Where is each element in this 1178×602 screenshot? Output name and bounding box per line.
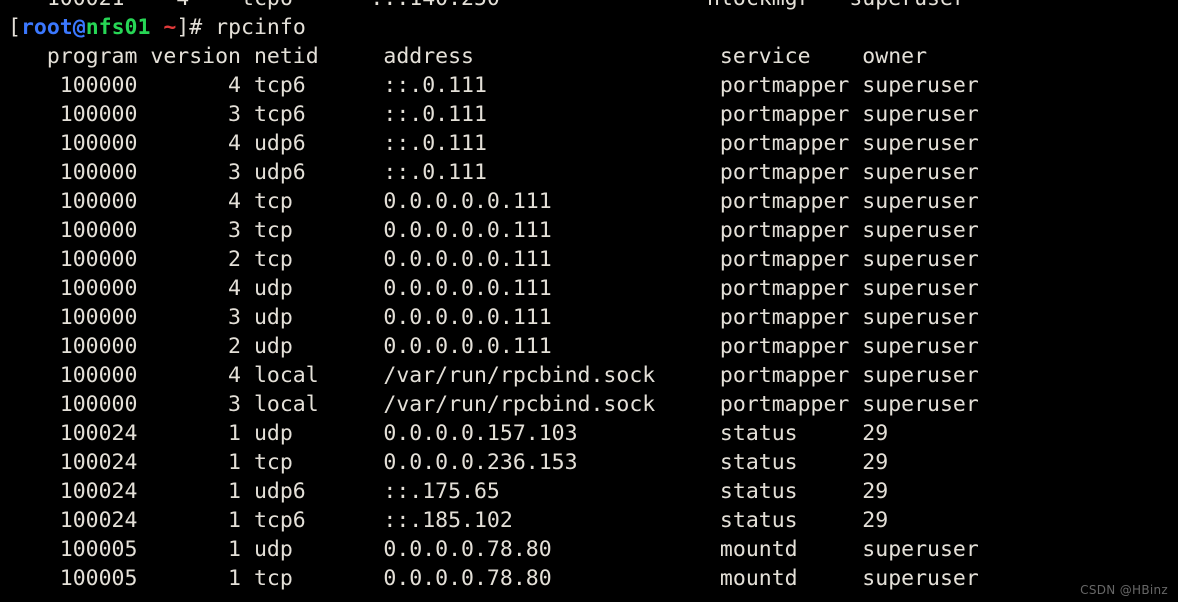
table-row: 100000 3 local /var/run/rpcbind.sock por…: [8, 392, 979, 417]
table-row: 100005 1 udp 0.0.0.0.78.80 mountd superu…: [8, 537, 979, 562]
table-row: 100005 1 tcp 0.0.0.0.78.80 mountd superu…: [8, 566, 979, 591]
table-row: 100000 3 udp 0.0.0.0.0.111 portmapper su…: [8, 305, 979, 330]
prompt-line[interactable]: [root@nfs01 ~]# rpcinfo: [0, 13, 1178, 42]
table-row: 100000 4 tcp 0.0.0.0.0.111 portmapper su…: [8, 189, 979, 214]
table-body: 100000 4 tcp6 ::.0.111 portmapper superu…: [0, 71, 1178, 593]
table-row: 100000 4 local /var/run/rpcbind.sock por…: [8, 363, 979, 388]
table-row: 100024 1 tcp6 ::.185.102 status 29: [8, 508, 889, 533]
scrollback-partial-line: 100021 4 tcp6 ::.140.250 nlockmgr superu…: [0, 0, 1178, 13]
table-row: 100000 2 udp 0.0.0.0.0.111 portmapper su…: [8, 334, 979, 359]
table-row: 100024 1 tcp 0.0.0.0.236.153 status 29: [8, 450, 889, 475]
prompt-working-directory: ~: [150, 15, 177, 40]
table-row: 100024 1 udp6 ::.175.65 status 29: [8, 479, 889, 504]
table-header-row: program version netid address service ow…: [8, 44, 928, 69]
terminal-screen: 100021 4 tcp6 ::.140.250 nlockmgr superu…: [0, 0, 1178, 593]
prompt-username: root: [20, 15, 73, 40]
prompt-close-symbol: ]#: [176, 15, 216, 40]
prompt-hostname: nfs01: [85, 15, 151, 40]
table-row: 100000 3 tcp6 ::.0.111 portmapper superu…: [8, 102, 979, 127]
prompt-open-bracket: [: [8, 15, 21, 40]
table-row: 100000 2 tcp 0.0.0.0.0.111 portmapper su…: [8, 247, 979, 272]
table-row: 100000 4 tcp6 ::.0.111 portmapper superu…: [8, 73, 979, 98]
table-row: 100000 4 udp6 ::.0.111 portmapper superu…: [8, 131, 979, 156]
prompt-at-symbol: @: [72, 15, 86, 40]
table-row: 100000 3 tcp 0.0.0.0.0.111 portmapper su…: [8, 218, 979, 243]
terminal-window[interactable]: 100021 4 tcp6 ::.140.250 nlockmgr superu…: [0, 0, 1178, 602]
command-input[interactable]: rpcinfo: [215, 15, 306, 40]
table-row: 100024 1 udp 0.0.0.0.157.103 status 29: [8, 421, 889, 446]
table-row: 100000 4 udp 0.0.0.0.0.111 portmapper su…: [8, 276, 979, 301]
table-row: 100000 3 udp6 ::.0.111 portmapper superu…: [8, 160, 979, 185]
